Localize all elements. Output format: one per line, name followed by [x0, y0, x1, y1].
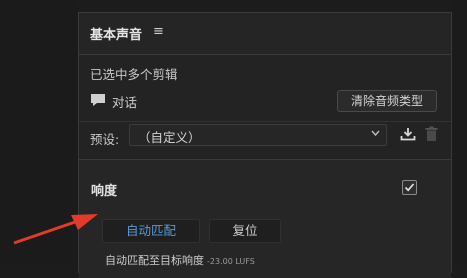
essential-sound-panel: 基本声音 ≡ 已选中多个剪辑 对话 清除音频类型 预设: （自定义） 响度 自动…	[78, 12, 452, 278]
reset-button[interactable]: 复位	[209, 219, 281, 243]
speech-bubble-icon	[91, 94, 105, 106]
download-save-icon[interactable]	[400, 127, 416, 141]
auto-match-target-label: 自动匹配至目标响度	[105, 254, 204, 267]
preset-value: （自定义）	[138, 130, 201, 145]
checkmark-icon	[404, 183, 415, 192]
selection-status: 已选中多个剪辑	[90, 67, 178, 82]
loudness-title: 响度	[91, 184, 118, 199]
chevron-down-icon	[371, 130, 380, 136]
right-empty-area	[451, 0, 467, 264]
loudness-checkbox[interactable]	[402, 180, 417, 195]
clear-audio-type-button[interactable]: 清除音频类型	[337, 90, 437, 112]
left-empty-area	[0, 0, 78, 264]
dialog-label: 对话	[112, 95, 138, 110]
divider	[79, 121, 451, 122]
preset-dropdown[interactable]: （自定义）	[129, 124, 387, 146]
panel-header: 基本声音 ≡	[79, 13, 451, 55]
preset-label: 预设:	[90, 132, 120, 147]
auto-match-target: 自动匹配至目标响度 -23.00 LUFS	[105, 252, 255, 268]
trash-icon[interactable]	[425, 126, 438, 142]
panel-title: 基本声音	[90, 28, 143, 43]
loudness-section: 响度 自动匹配 复位 自动匹配至目标响度 -23.00 LUFS	[79, 159, 451, 278]
hamburger-menu-icon[interactable]: ≡	[153, 24, 164, 39]
auto-match-button[interactable]: 自动匹配	[102, 219, 200, 243]
target-loudness-value: -23.00 LUFS	[207, 257, 255, 266]
